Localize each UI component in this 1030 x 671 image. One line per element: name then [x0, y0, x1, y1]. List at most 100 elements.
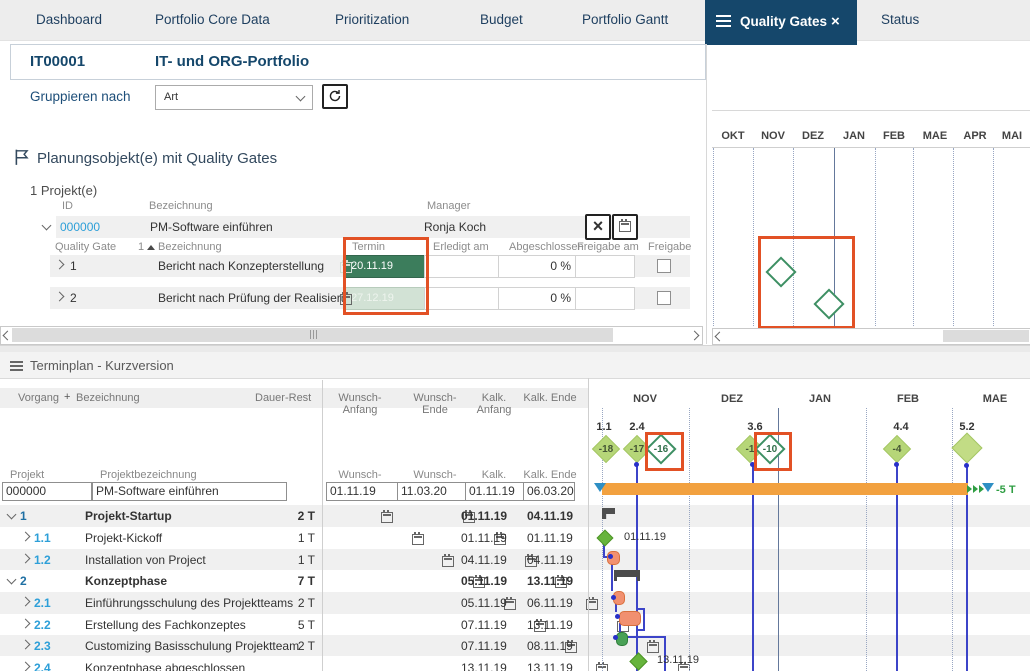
panel-divider — [706, 44, 707, 344]
end-marker-icon — [982, 483, 994, 492]
task-nr[interactable]: 2.3 — [34, 639, 51, 653]
scrollbar-grip[interactable] — [313, 330, 314, 339]
h-scrollbar-left[interactable] — [0, 326, 703, 345]
column-separator[interactable] — [322, 380, 323, 671]
tab-dashboard[interactable]: Dashboard — [36, 0, 102, 40]
calendar-icon[interactable] — [442, 554, 455, 567]
connector-dot — [615, 614, 620, 619]
sort-asc-icon — [147, 245, 155, 250]
scroll-right-icon[interactable] — [689, 330, 700, 341]
task-name: Konzeptphase abgeschlossen — [85, 661, 246, 671]
tab-prioritization[interactable]: Prioritization — [335, 0, 409, 40]
col-quality-gate: Quality Gate — [55, 241, 117, 253]
gate-freigabe-am-cell[interactable] — [575, 287, 635, 310]
menu-icon[interactable] — [716, 15, 731, 17]
tab-portfolio-core-data[interactable]: Portfolio Core Data — [155, 0, 270, 40]
close-icon[interactable]: × — [831, 0, 840, 44]
milestone-diamond[interactable] — [951, 432, 983, 464]
month-label: DEZ — [721, 393, 743, 405]
h-scrollbar-right[interactable] — [712, 328, 1030, 345]
task-nr[interactable]: 2.1 — [34, 596, 51, 610]
scrollbar-thumb[interactable] — [943, 330, 1029, 342]
collapse-icon[interactable] — [6, 574, 17, 585]
gantt-header-border — [712, 147, 1030, 148]
scroll-left-icon[interactable] — [714, 331, 725, 342]
gridline — [913, 148, 914, 326]
gate-erledigt-cell[interactable] — [424, 255, 499, 278]
gate-abgeschlossen-cell: 0 % — [498, 255, 576, 278]
task-kalk-anfang: 13.11.19 — [461, 661, 507, 671]
expand-icon[interactable] — [20, 618, 31, 629]
project-name-input[interactable]: PM-Software einführen — [92, 482, 287, 501]
month-label: NOV — [761, 130, 785, 142]
project-manager: Ronja Koch — [424, 220, 487, 234]
tab-status[interactable]: Status — [881, 0, 919, 40]
col-sort[interactable]: 1 — [138, 241, 144, 253]
task-kalk-ende: 01.11.19 — [527, 531, 573, 545]
col-manager: Manager — [427, 200, 471, 212]
kalk-anfang-input[interactable]: 01.11.19 — [465, 482, 524, 501]
col-kalk-ende: Kalk. Ende — [523, 392, 577, 404]
task-kalk-anfang: 01.11.19 — [461, 509, 508, 523]
annotation-box-gantt — [758, 236, 855, 329]
delay-arrow-icon — [967, 485, 972, 493]
menu-icon[interactable] — [10, 361, 23, 363]
milestone-label: 4.4 — [893, 421, 909, 433]
wunsch-ende-input[interactable]: 11.03.20 — [397, 482, 466, 501]
calendar-icon[interactable] — [411, 532, 424, 545]
task-nr[interactable]: 2 — [20, 574, 27, 588]
task-milestone-diamond[interactable] — [596, 529, 614, 547]
freigabe-checkbox[interactable] — [657, 259, 671, 273]
task-kalk-ende: 13.11.19 — [527, 661, 573, 671]
project-id-link[interactable]: 000000 — [60, 220, 100, 234]
project-id-input[interactable]: 000000 — [2, 482, 92, 501]
group-by-label: Gruppieren nach — [30, 89, 131, 104]
add-task-icon[interactable]: + — [64, 391, 70, 403]
collapse-icon[interactable] — [41, 220, 52, 231]
task-kalk-ende: 08.11.19 — [527, 639, 573, 653]
milestone-diamond[interactable]: -4 — [882, 434, 912, 464]
task-bar[interactable] — [616, 632, 628, 646]
task-dauer: 2 T — [297, 509, 315, 523]
task-name: Projekt-Kickoff — [85, 531, 163, 545]
refresh-button[interactable] — [322, 84, 348, 109]
milestone-diamond[interactable]: -18 — [591, 434, 621, 464]
kalk-ende-input[interactable]: 06.03.20 — [523, 482, 575, 501]
connector-dot — [634, 462, 639, 467]
task-nr[interactable]: 2.2 — [34, 618, 51, 632]
col-wunsch-ende: Wunsch-Ende — [413, 392, 457, 416]
gate-freigabe-am-cell[interactable] — [575, 255, 635, 278]
tab-quality-gates[interactable]: Quality Gates × — [705, 0, 857, 45]
task-nr[interactable]: 1.2 — [34, 553, 51, 567]
calendar-icon[interactable] — [647, 640, 660, 653]
gantt-top-border — [712, 110, 1030, 111]
project-summary-bar[interactable] — [602, 483, 968, 495]
summary-bar[interactable] — [614, 570, 640, 581]
wunsch-anfang-input[interactable]: 01.11.19 — [326, 482, 398, 501]
chevron-down-icon — [295, 91, 306, 102]
calendar-button[interactable] — [612, 214, 638, 240]
delay-label: -5 T — [996, 484, 1016, 496]
gridline — [953, 148, 954, 326]
col-gate-name: Bezeichnung — [158, 241, 222, 253]
task-dauer: 1 T — [297, 531, 315, 545]
delete-button[interactable]: × — [585, 214, 611, 240]
task-nr[interactable]: 1 — [20, 509, 27, 523]
group-by-select[interactable]: Art — [155, 85, 313, 110]
portfolio-header-box — [10, 44, 706, 80]
gridline — [993, 148, 994, 326]
gate-erledigt-cell[interactable] — [424, 287, 499, 310]
expand-icon[interactable] — [20, 661, 31, 671]
scroll-left-icon[interactable] — [2, 330, 13, 341]
col-freigabe-am: Freigabe am — [577, 241, 639, 253]
expand-icon[interactable] — [20, 531, 31, 542]
task-nr[interactable]: 2.4 — [34, 661, 51, 671]
calendar-icon[interactable] — [381, 510, 393, 523]
milestone-label: 5.2 — [959, 421, 975, 433]
task-nr[interactable]: 1.1 — [34, 531, 51, 545]
connector-dot — [611, 595, 616, 600]
tab-budget[interactable]: Budget — [480, 0, 523, 40]
gridline — [875, 148, 876, 326]
tab-portfolio-gantt[interactable]: Portfolio Gantt — [582, 0, 668, 40]
freigabe-checkbox[interactable] — [657, 291, 671, 305]
